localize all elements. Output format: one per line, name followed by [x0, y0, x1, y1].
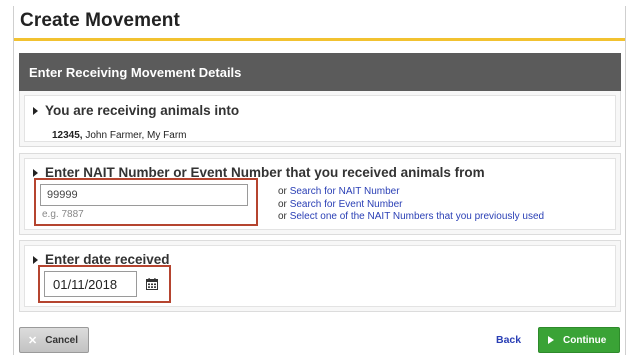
date-received-input[interactable] [44, 271, 137, 297]
close-icon: ✕ [28, 334, 38, 347]
farm-id: 12345, [52, 130, 83, 141]
nait-number-input[interactable] [40, 184, 248, 206]
section-header: Enter Receiving Movement Details [19, 53, 621, 91]
search-nait-number-link[interactable]: Search for NAIT Number [290, 186, 400, 197]
receiving-panel-body: You are receiving animals into 12345, Jo… [24, 95, 616, 142]
select-previous-nait-link[interactable]: Select one of the NAIT Numbers that you … [290, 211, 544, 222]
search-nait-row: or Search for NAIT Number [278, 186, 544, 199]
continue-label: Continue [563, 334, 607, 346]
calendar-icon[interactable] [146, 278, 158, 290]
expand-arrow-icon [33, 168, 38, 177]
back-link[interactable]: Back [496, 334, 521, 346]
page-title: Create Movement [20, 10, 180, 31]
receiving-heading: You are receiving animals into [33, 103, 239, 118]
farm-details: 12345, John Farmer, My Farm [52, 130, 187, 141]
farm-name: John Farmer, My Farm [82, 130, 187, 141]
cancel-label: Cancel [45, 334, 79, 346]
or-text: or [278, 186, 287, 197]
search-event-row: or Search for Event Number [278, 199, 544, 212]
search-links: or Search for NAIT Number or Search for … [278, 186, 544, 224]
expand-arrow-icon [33, 255, 38, 264]
receiving-panel: You are receiving animals into 12345, Jo… [19, 91, 621, 147]
nait-input-hint: e.g. 7887 [42, 209, 84, 220]
expand-arrow-icon [33, 106, 38, 115]
title-divider [14, 38, 625, 41]
search-event-number-link[interactable]: Search for Event Number [290, 199, 403, 210]
receiving-heading-label: You are receiving animals into [45, 103, 240, 118]
select-previous-row: or Select one of the NAIT Numbers that y… [278, 211, 544, 224]
play-icon [548, 336, 554, 344]
continue-button[interactable]: Continue [538, 327, 620, 353]
or-text: or [278, 198, 287, 210]
cancel-button[interactable]: ✕ Cancel [19, 327, 89, 353]
or-text: or [278, 211, 287, 222]
